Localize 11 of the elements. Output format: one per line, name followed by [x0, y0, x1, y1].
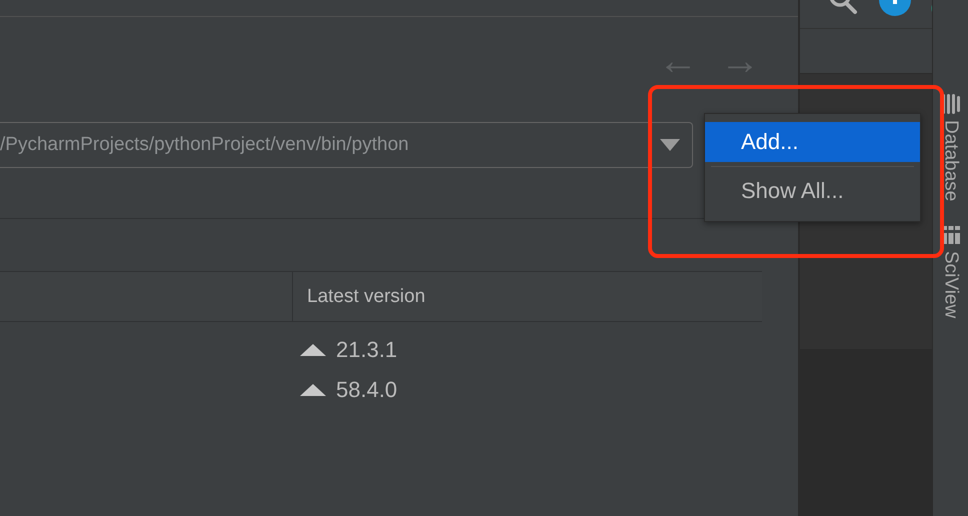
- tool-window-button[interactable]: SciView: [940, 225, 962, 319]
- menu-item[interactable]: Show All...: [705, 171, 920, 211]
- tool-window-button[interactable]: Database: [940, 94, 962, 202]
- interpreter-dropdown[interactable]: /PycharmProjects/pythonProject/venv/bin/python: [0, 122, 693, 168]
- database-icon: [942, 94, 960, 114]
- column-header[interactable]: Latest version: [292, 272, 762, 321]
- grid-icon: [942, 225, 960, 246]
- version-text: 21.3.1: [336, 337, 398, 363]
- version-text: 58.4.0: [336, 377, 398, 403]
- menu-item[interactable]: Add...: [705, 122, 920, 162]
- caret-icon: [660, 139, 680, 151]
